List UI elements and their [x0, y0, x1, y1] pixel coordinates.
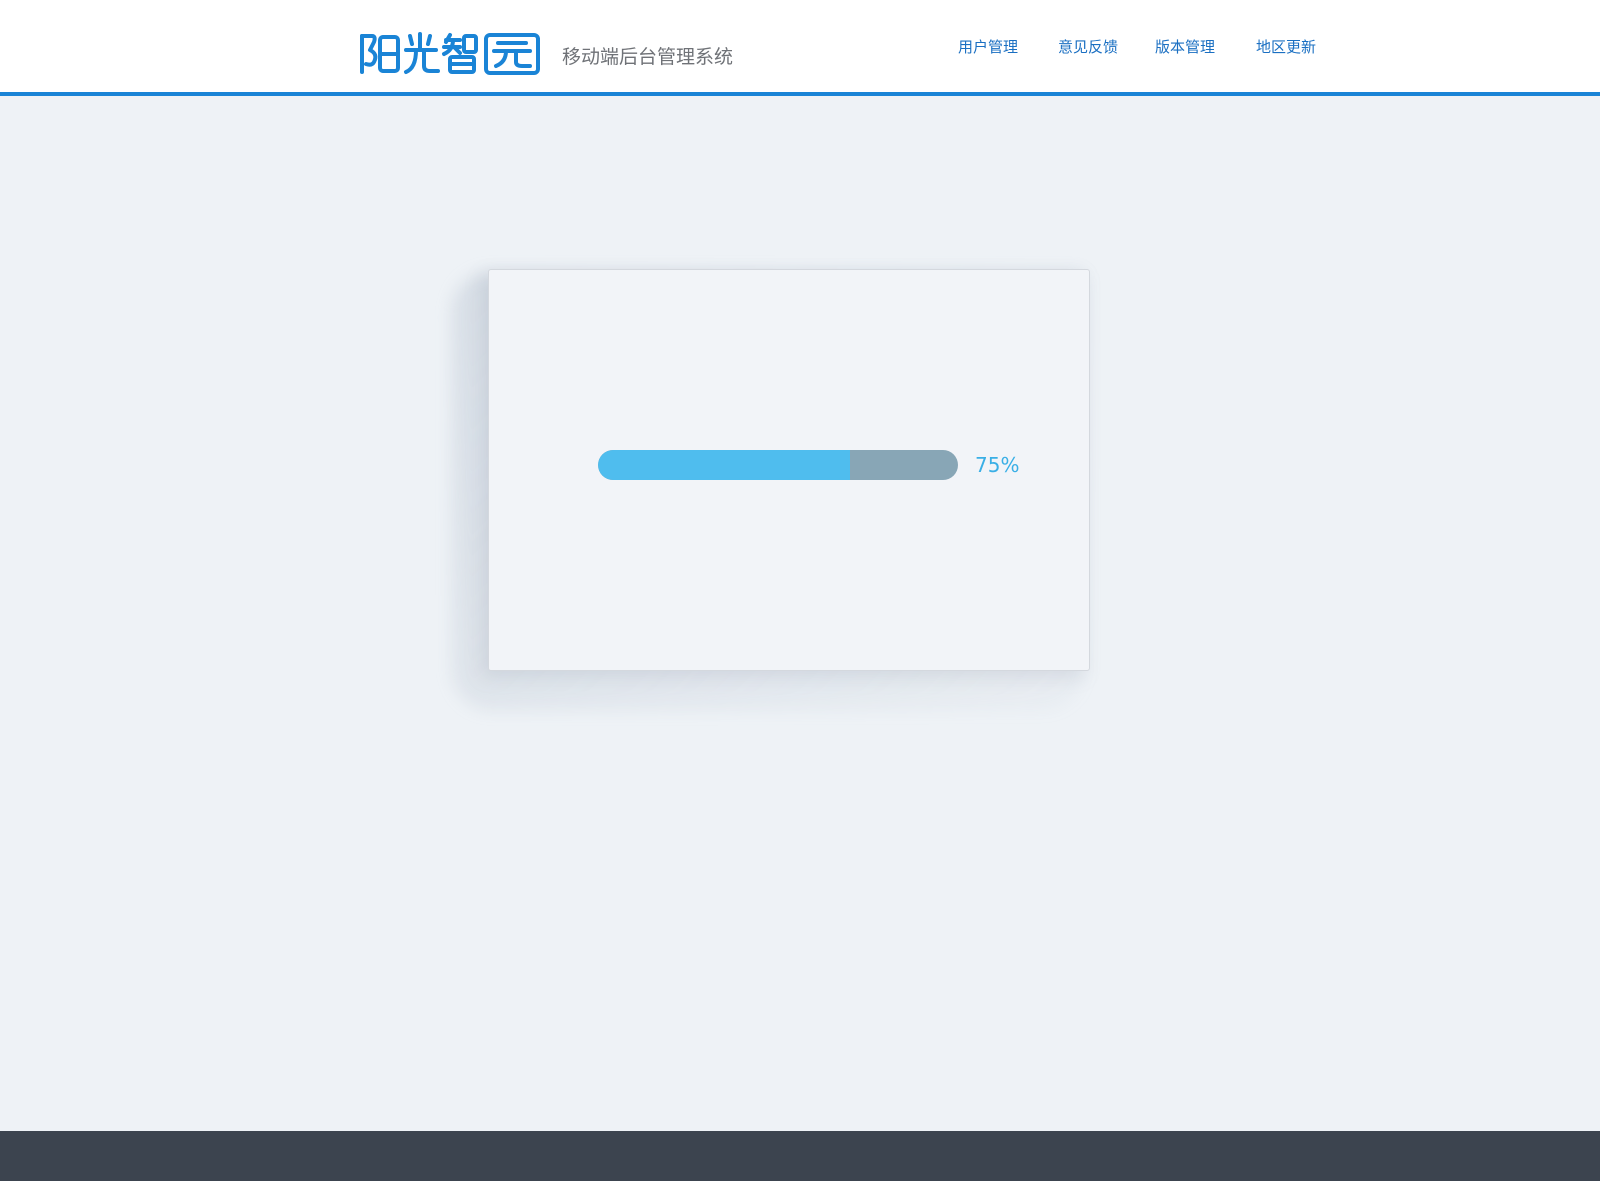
progress-card: 75%: [488, 269, 1090, 671]
app-subtitle: 移动端后台管理系统: [562, 46, 734, 68]
progress-percent-label: 75%: [975, 453, 1020, 477]
brand-logo-icon: [360, 32, 540, 75]
nav-feedback[interactable]: 意见反馈: [1058, 36, 1118, 57]
nav-user-management[interactable]: 用户管理: [958, 36, 1018, 57]
nav-version-management[interactable]: 版本管理: [1155, 36, 1215, 57]
progress-bar: [598, 450, 958, 480]
top-header: 移动端后台管理系统 用户管理 意见反馈 版本管理 地区更新: [0, 0, 1600, 96]
nav-region-update[interactable]: 地区更新: [1256, 36, 1316, 57]
brand[interactable]: [358, 32, 540, 76]
progress-bar-fill: [598, 450, 850, 480]
footer-bar: [0, 1131, 1600, 1181]
